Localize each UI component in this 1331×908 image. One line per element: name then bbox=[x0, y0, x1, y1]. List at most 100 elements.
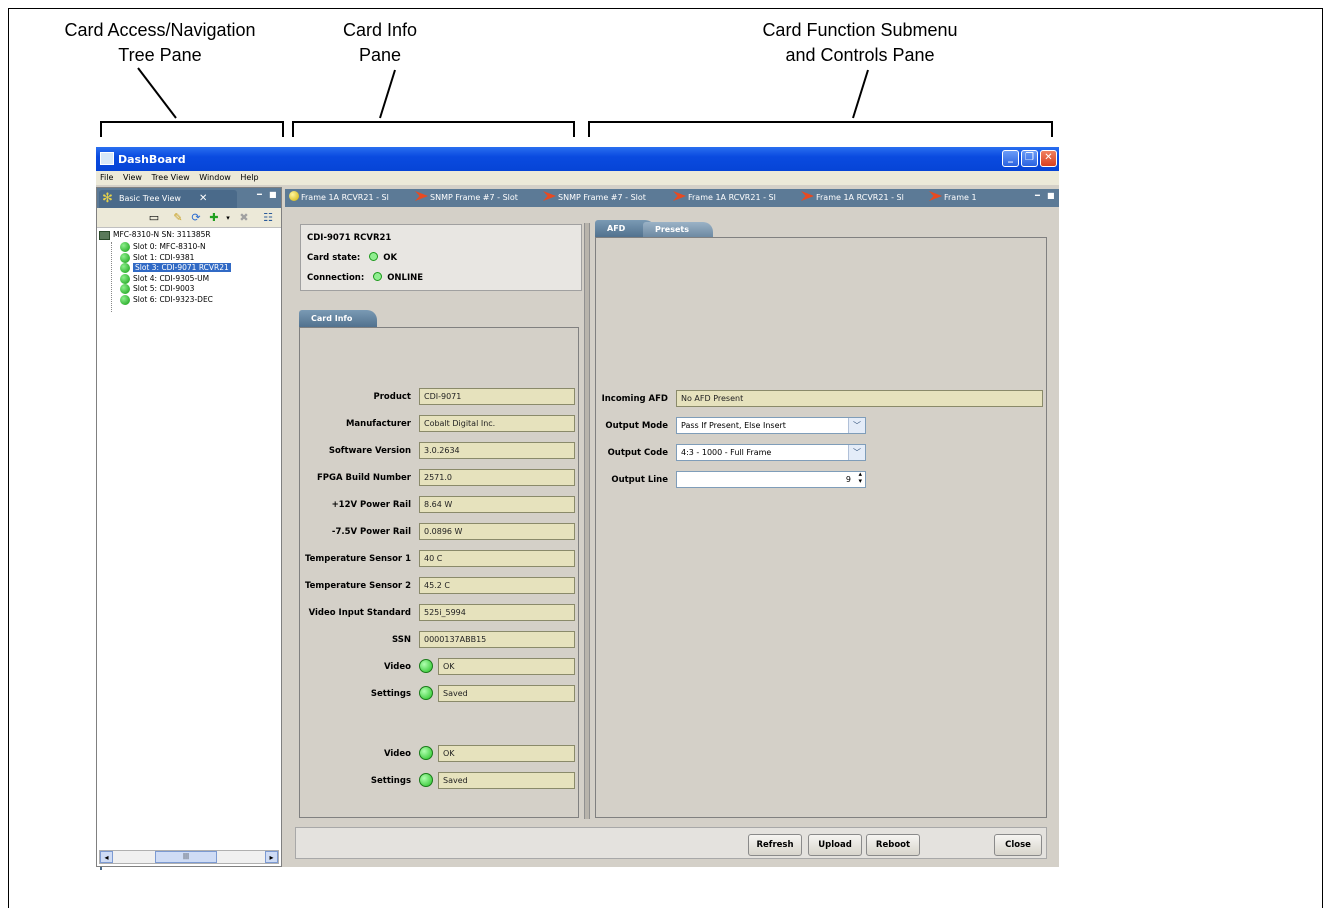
afd-panel: Incoming AFD No AFD Present Output Mode … bbox=[595, 237, 1047, 818]
tree-root-frame[interactable]: MFC-8310-N SN: 311385R bbox=[99, 230, 231, 242]
chevron-down-icon[interactable]: ﹀ bbox=[848, 418, 865, 433]
card-tab-4[interactable]: Frame 1A RCVR21 - Sl bbox=[673, 189, 776, 207]
card-tab-2[interactable]: SNMP Frame #7 - Slot bbox=[415, 189, 518, 207]
restore-button[interactable]: ❐ bbox=[1021, 150, 1038, 167]
tree-node-slot-4[interactable]: Slot 4: CDI-9305-UM bbox=[99, 273, 231, 285]
tree-node-slot-3[interactable]: Slot 3: CDI-9071 RCVR21 bbox=[99, 263, 231, 274]
tab-card-info[interactable]: Card Info bbox=[299, 310, 377, 328]
delete-icon[interactable]: ✖ bbox=[237, 211, 251, 225]
tab-basic-tree-view[interactable]: ✻ Basic Tree View ✕ bbox=[99, 190, 237, 208]
status-ok-icon bbox=[120, 242, 130, 252]
tab-presets[interactable]: Presets bbox=[643, 222, 713, 238]
reboot-button[interactable]: Reboot bbox=[866, 834, 920, 856]
field-12v-rail: +12V Power Rail bbox=[300, 497, 411, 515]
menu-view[interactable]: View bbox=[123, 173, 142, 182]
field-manufacturer: Manufacturer bbox=[300, 416, 411, 434]
pane-minimize-icon[interactable]: ━ bbox=[257, 190, 262, 199]
close-button[interactable]: Close bbox=[994, 834, 1042, 856]
menu-tree-view[interactable]: Tree View bbox=[151, 173, 189, 182]
card-tabbar: Frame 1A RCVR21 - Sl SNMP Frame #7 - Slo… bbox=[285, 189, 1059, 207]
field-label: Settings bbox=[370, 689, 411, 699]
tree-node-label: Slot 1: CDI-9381 bbox=[133, 252, 195, 262]
card-tab-5[interactable]: Frame 1A RCVR21 - Sl bbox=[801, 189, 904, 207]
spinner-arrows-icon[interactable]: ▴ ▾ bbox=[858, 471, 862, 485]
close-window-button[interactable]: ✕ bbox=[1040, 150, 1057, 167]
window-titlebar[interactable]: DashBoard _ ❐ ✕ bbox=[96, 147, 1059, 171]
refresh-icon[interactable]: ⟳ bbox=[189, 211, 203, 225]
card-tab-6[interactable]: Frame 1 bbox=[929, 189, 977, 207]
tree-tab-label: Basic Tree View bbox=[119, 194, 181, 203]
card-button-bar: Refresh Upload Reboot Close bbox=[295, 827, 1047, 859]
field-temp-sensor-2: Temperature Sensor 2 bbox=[300, 578, 411, 596]
tree-tabbar: ✻ Basic Tree View ✕ ━ ■ bbox=[97, 188, 281, 208]
tree-node-label: Slot 4: CDI-9305-UM bbox=[133, 273, 210, 283]
status-ok-icon bbox=[419, 686, 433, 700]
field-label: Manufacturer bbox=[345, 419, 411, 429]
menu-help[interactable]: Help bbox=[240, 173, 258, 182]
card-info-panel: Product CDI-9071 Manufacturer Cobalt Dig… bbox=[299, 327, 579, 818]
card-tab-label: Frame 1 bbox=[944, 193, 977, 202]
field-fpga-build: FPGA Build Number bbox=[300, 470, 411, 488]
status-ok-icon bbox=[419, 773, 433, 787]
add-icon[interactable]: ✚ bbox=[207, 211, 221, 225]
field-ssn: SSN bbox=[300, 632, 411, 650]
manufacturer-value: Cobalt Digital Inc. bbox=[419, 415, 575, 432]
wand-icon[interactable]: ✎ bbox=[171, 211, 185, 225]
navigation-tree: MFC-8310-N SN: 311385R Slot 0: MFC-8310-… bbox=[99, 230, 231, 312]
12v-rail-value: 8.64 W bbox=[419, 496, 575, 513]
horizontal-scrollbar[interactable]: ◂ ||| ▸ bbox=[99, 850, 279, 864]
minimize-button[interactable]: _ bbox=[1002, 150, 1019, 167]
scroll-right-icon[interactable]: ▸ bbox=[265, 851, 278, 863]
pane-minimize-icon[interactable]: ━ bbox=[1035, 191, 1040, 200]
app-icon bbox=[100, 152, 114, 165]
tree-layout-icon[interactable]: ☷ bbox=[261, 211, 275, 225]
tree-node-slot-6[interactable]: Slot 6: CDI-9323-DEC bbox=[99, 294, 231, 306]
menu-window[interactable]: Window bbox=[199, 173, 231, 182]
card-tab-3[interactable]: SNMP Frame #7 - Slot bbox=[543, 189, 646, 207]
window-title: DashBoard bbox=[118, 153, 186, 166]
output-mode-value: Pass If Present, Else Insert bbox=[681, 421, 786, 430]
output-code-value: 4:3 - 1000 - Full Frame bbox=[681, 448, 772, 457]
callout-brackets bbox=[100, 67, 1053, 137]
tree-node-slot-0[interactable]: Slot 0: MFC-8310-N bbox=[99, 242, 231, 253]
field-video-status: Video bbox=[300, 659, 411, 677]
tree-node-slot-5[interactable]: Slot 5: CDI-9003 bbox=[99, 284, 231, 295]
scroll-left-icon[interactable]: ◂ bbox=[100, 851, 113, 863]
video-input-standard-value: 525i_5994 bbox=[419, 604, 575, 621]
field-label: Temperature Sensor 1 bbox=[304, 554, 411, 564]
card-tab-1[interactable]: Frame 1A RCVR21 - Sl bbox=[289, 189, 389, 207]
new-icon[interactable]: ▭ bbox=[147, 211, 161, 225]
tree-node-slot-1[interactable]: Slot 1: CDI-9381 bbox=[99, 252, 231, 264]
card-tab-label: Frame 1A RCVR21 - Sl bbox=[301, 193, 389, 202]
card-arrow-icon bbox=[801, 191, 814, 201]
card-name: CDI-9071 RCVR21 bbox=[307, 233, 392, 243]
output-line-spinner[interactable]: 9 ▴ ▾ bbox=[676, 471, 866, 488]
connection-row: Connection: ONLINE bbox=[307, 271, 575, 291]
tree-node-label: Slot 6: CDI-9323-DEC bbox=[133, 294, 213, 304]
menu-file[interactable]: File bbox=[100, 173, 113, 182]
card-tab-label: SNMP Frame #7 - Slot bbox=[558, 193, 646, 202]
software-version-value: 3.0.2634 bbox=[419, 442, 575, 459]
status-ok-icon bbox=[120, 284, 130, 294]
settings-status-value: Saved bbox=[438, 685, 575, 702]
field-label: SSN bbox=[392, 635, 411, 645]
card-state-label: Card state: bbox=[307, 253, 361, 263]
chevron-down-icon[interactable]: ﹀ bbox=[848, 445, 865, 460]
status-ok-icon bbox=[419, 659, 433, 673]
chevron-down-icon[interactable]: ▾ bbox=[221, 211, 235, 225]
settings-status-value-2: Saved bbox=[438, 772, 575, 789]
output-mode-select[interactable]: Pass If Present, Else Insert ﹀ bbox=[676, 417, 866, 434]
output-code-select[interactable]: 4:3 - 1000 - Full Frame ﹀ bbox=[676, 444, 866, 461]
pane-maximize-icon[interactable]: ■ bbox=[269, 190, 277, 199]
field-temp-sensor-1: Temperature Sensor 1 bbox=[300, 551, 411, 569]
pane-splitter[interactable] bbox=[584, 223, 590, 819]
upload-button[interactable]: Upload bbox=[808, 834, 862, 856]
close-tab-icon[interactable]: ✕ bbox=[199, 190, 207, 208]
refresh-button[interactable]: Refresh bbox=[748, 834, 802, 856]
field-label: +12V Power Rail bbox=[331, 500, 411, 510]
scroll-thumb[interactable]: ||| bbox=[155, 851, 217, 863]
video-status-value: OK bbox=[438, 658, 575, 675]
pane-maximize-icon[interactable]: ■ bbox=[1047, 191, 1055, 200]
tree-node-label: Slot 3: CDI-9071 RCVR21 bbox=[133, 263, 231, 272]
card-state-row: Card state: OK bbox=[307, 251, 575, 271]
